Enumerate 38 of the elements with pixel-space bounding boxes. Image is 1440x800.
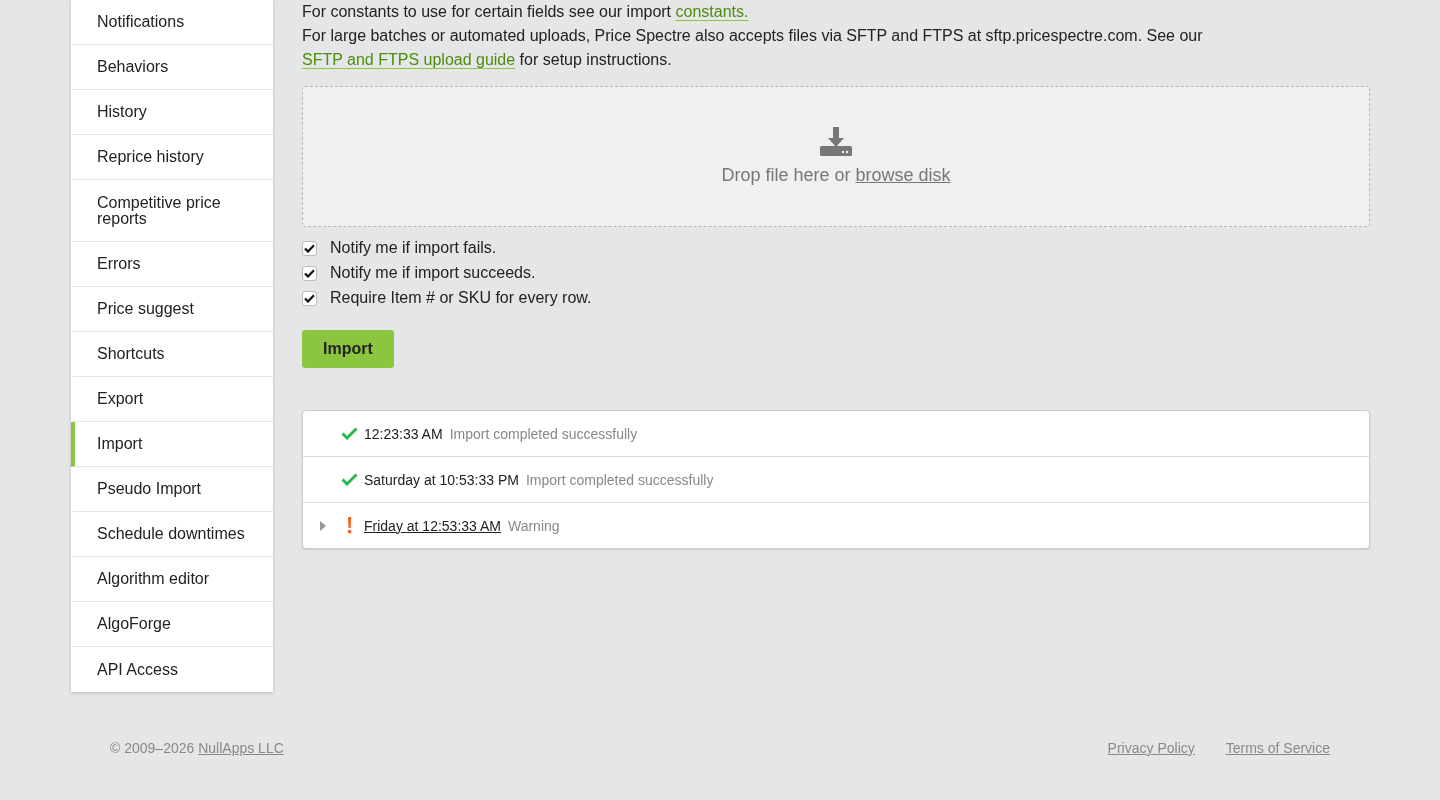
download-icon (820, 127, 852, 157)
paragraph: For large batches or automated uploads, Price Spectre also accepts files via SFTP and FTPS at sftp.pricespectre.com. See our SFTP and FTPS upload guide for setup instructions. (302, 26, 1204, 70)
caret-icon[interactable] (320, 520, 326, 531)
log-message: Import completed successfully (449, 425, 638, 442)
log-message: Warning (507, 517, 560, 534)
drop-hint: Drop file here or browse disk (721, 165, 951, 186)
sidebar-item[interactable]: Behaviors (71, 45, 273, 90)
sidebar-item[interactable]: History (71, 90, 273, 135)
log-time[interactable]: Friday at 12:53:33 AM (364, 517, 501, 534)
import-button[interactable]: Import (302, 330, 394, 368)
sidebar-item[interactable]: Import (71, 422, 273, 467)
sidebar-item[interactable]: Errors (71, 242, 273, 287)
checkbox-label: Notify me if import succeeds. (330, 264, 536, 282)
log-time: 12:23:33 AM (364, 425, 443, 442)
checkmark-icon (341, 427, 358, 440)
sidebar-item[interactable]: Notifications (71, 0, 273, 45)
sidebar-item[interactable]: Schedule downtimes (71, 512, 273, 557)
paragraph: For constants to use for certain fields see our import constants. (302, 2, 750, 22)
sidebar-item[interactable]: Reprice history (71, 135, 273, 180)
checkbox[interactable] (302, 265, 317, 281)
browse-link[interactable]: browse disk (855, 165, 951, 185)
checkbox-label: Require Item # or SKU for every row. (330, 289, 592, 307)
sidebar-item[interactable]: Shortcuts (71, 332, 273, 377)
copyright: © 2009–2026 NullApps LLC (110, 740, 284, 756)
drop-zone[interactable]: Drop file here or browse disk (302, 86, 1370, 227)
sidebar-item[interactable]: Export (71, 377, 273, 422)
log-time: Saturday at 10:53:33 PM (364, 471, 519, 488)
log-message: Import completed successfully (525, 471, 714, 488)
sidebar-item[interactable]: Algorithm editor (71, 557, 273, 602)
checkbox[interactable] (302, 240, 317, 256)
checkbox[interactable] (302, 290, 317, 306)
sidebar-item[interactable]: API Access (71, 647, 273, 692)
sidebar-item[interactable]: Pseudo Import (71, 467, 273, 512)
checkmark-icon (341, 473, 358, 486)
sidebar-item[interactable]: Competitive price reports (71, 180, 273, 242)
checkbox-label: Notify me if import fails. (330, 239, 497, 257)
sidebar-item[interactable]: Price suggest (71, 287, 273, 332)
sidebar-item[interactable]: AlgoForge (71, 602, 273, 647)
